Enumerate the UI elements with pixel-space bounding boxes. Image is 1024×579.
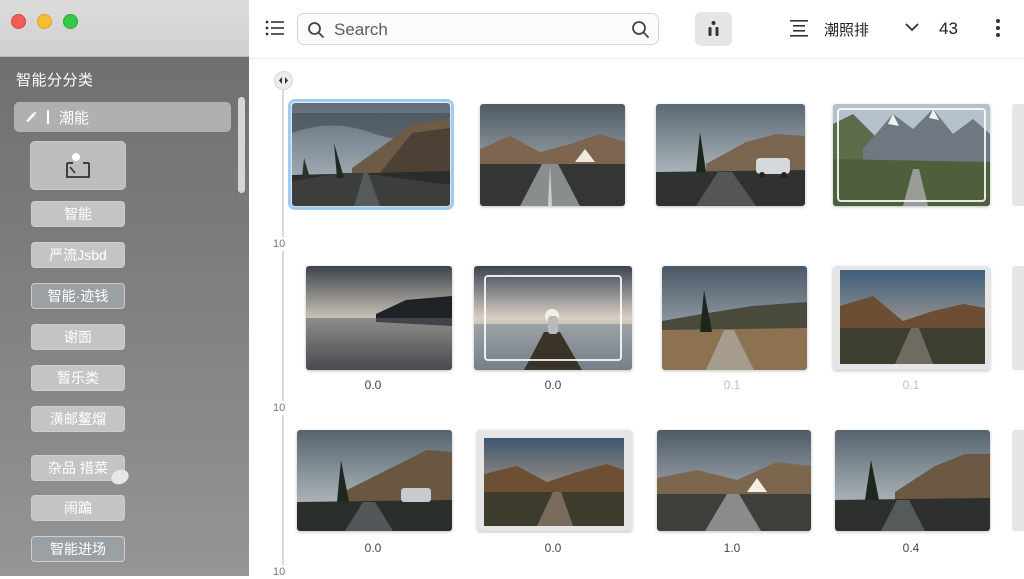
- sidebar: 智能分分类 潮能 智能 严流Jsbd 智能·迹钱 谢面 暂乐类 潢邮鳌熘 杂品 …: [0, 0, 249, 576]
- photo-thumbnail[interactable]: [656, 104, 805, 206]
- sidebar-item[interactable]: 智能进场: [31, 536, 125, 562]
- search-icon: [308, 22, 324, 38]
- sort-label[interactable]: 潮照排: [824, 19, 869, 40]
- photo-thumbnail-partial[interactable]: [1012, 104, 1024, 206]
- photo-thumbnail[interactable]: [833, 266, 990, 370]
- search-submit-icon[interactable]: [631, 20, 650, 39]
- tent-road-photo: [657, 430, 811, 531]
- photo-thumbnail[interactable]: [297, 430, 452, 531]
- search-bar[interactable]: [297, 13, 659, 45]
- landscape-photo: [835, 430, 990, 531]
- selection-frame: [837, 108, 986, 202]
- mountain-road-photo: [477, 430, 632, 531]
- sidebar-item[interactable]: 潢邮鳌熘: [31, 406, 125, 432]
- expand-arrows-icon: [279, 77, 288, 84]
- toolbar: 潮照排 43: [249, 0, 1024, 59]
- close-window-button[interactable]: [11, 14, 26, 29]
- chevron-down-icon[interactable]: [905, 22, 919, 32]
- sidebar-item[interactable]: 智能: [31, 201, 125, 227]
- photo-count: 43: [939, 19, 958, 38]
- photo-caption: 0.1: [902, 378, 920, 392]
- photo-caption: 0.0: [544, 378, 562, 392]
- zoom-window-button[interactable]: [63, 14, 78, 29]
- lake-sunset-photo: [306, 266, 452, 370]
- landscape-photo: [656, 104, 805, 206]
- sidebar-thumbnail[interactable]: [30, 141, 126, 190]
- photo-caption: 0.4: [902, 541, 920, 555]
- sidebar-item[interactable]: 闹蹁: [31, 495, 125, 521]
- view-toggle-button[interactable]: [695, 12, 732, 46]
- photo-caption: 0.0: [364, 378, 382, 392]
- photo-caption: 0.1: [723, 378, 741, 392]
- sidebar-item-label: 潮能: [59, 109, 90, 127]
- pencil-icon: [26, 111, 37, 122]
- landscape-photo: [480, 104, 625, 206]
- minimize-window-button[interactable]: [37, 14, 52, 29]
- timeline-track: [282, 88, 284, 576]
- photo-thumbnail[interactable]: [306, 266, 452, 370]
- photo-thumbnail[interactable]: [662, 266, 807, 370]
- photo-caption: 1.0: [723, 541, 741, 555]
- timeline-handle[interactable]: [274, 71, 293, 90]
- timeline-marker[interactable]: 10: [273, 565, 286, 579]
- divider-bar: [47, 110, 49, 124]
- photo-thumbnail[interactable]: [657, 430, 811, 531]
- sidebar-item[interactable]: 暂乐类: [31, 365, 125, 391]
- search-input[interactable]: [332, 18, 626, 42]
- sidebar-item[interactable]: 智能·迹钱: [31, 283, 125, 309]
- landscape-photo: [292, 103, 450, 206]
- selection-frame: [484, 275, 622, 361]
- mountain-road-photo: [833, 266, 990, 370]
- landscape-photo: [297, 430, 452, 531]
- photo-thumbnail[interactable]: [480, 104, 625, 206]
- photo-thumbnail[interactable]: [835, 430, 990, 531]
- list-icon[interactable]: [265, 20, 285, 36]
- sidebar-item-selected[interactable]: 潮能: [14, 102, 231, 132]
- more-options-icon[interactable]: [995, 18, 1001, 38]
- sidebar-item[interactable]: 严流Jsbd: [31, 242, 125, 268]
- window-titlebar: [0, 0, 249, 57]
- sort-icon[interactable]: [789, 19, 809, 37]
- photo-thumbnail-partial[interactable]: [1012, 430, 1024, 531]
- photo-thumbnail-partial[interactable]: [1012, 266, 1024, 370]
- photo-thumbnail[interactable]: [288, 99, 454, 210]
- photo-frame-icon: [66, 152, 90, 178]
- photo-thumbnail[interactable]: [477, 430, 632, 531]
- sidebar-heading: 智能分分类: [16, 72, 94, 89]
- sidebar-item[interactable]: 谢面: [31, 324, 125, 350]
- country-road-photo: [662, 266, 807, 370]
- photo-thumbnail[interactable]: [474, 266, 632, 370]
- timeline-marker[interactable]: 10: [273, 401, 286, 415]
- photo-caption: 0.0: [364, 541, 382, 555]
- sidebar-scrollbar[interactable]: [238, 97, 245, 193]
- timeline-marker[interactable]: 10: [273, 237, 286, 251]
- photo-caption: 0.0: [544, 541, 562, 555]
- photo-thumbnail[interactable]: [833, 104, 990, 206]
- grid-view-icon: [708, 21, 719, 36]
